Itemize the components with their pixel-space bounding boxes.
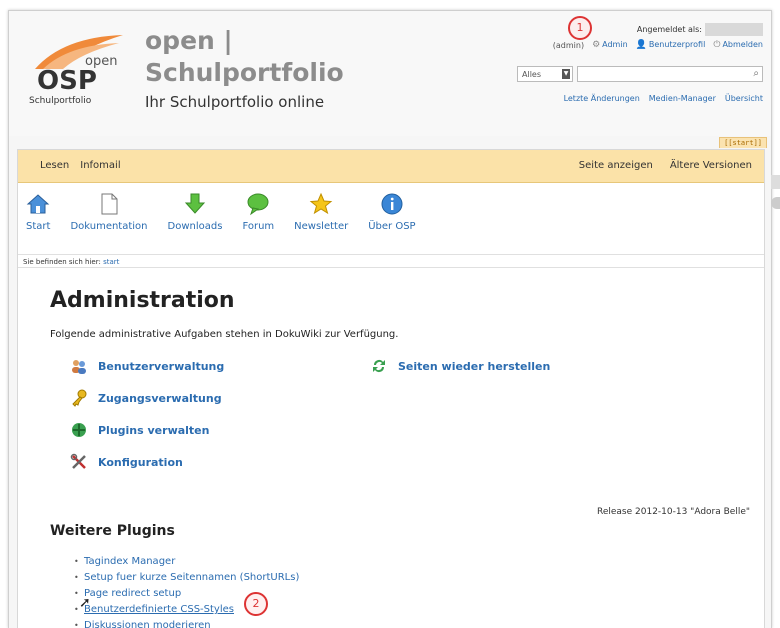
admin-revert-pages[interactable]: Seiten wieder herstellen: [370, 357, 550, 375]
tool-links: Letzte Änderungen Medien-Manager Übersic…: [564, 94, 763, 103]
logout-link-label: Abmelden: [722, 40, 763, 49]
menu-start-label: Start: [26, 221, 51, 232]
more-plugins-title: Weitere Plugins: [50, 523, 175, 539]
info-icon: [381, 193, 403, 215]
svg-text:Schulportfolio: Schulportfolio: [29, 96, 92, 106]
recent-changes-link[interactable]: Letzte Änderungen: [564, 94, 640, 103]
nav-left: Lesen Infomail: [40, 160, 121, 171]
plugin-tagindex[interactable]: Tagindex Manager: [74, 554, 299, 570]
browser-frame: open OSP Schulportfolio open | Schulport…: [8, 10, 772, 628]
osp-logo[interactable]: open OSP Schulportfolio: [23, 29, 133, 109]
menu-documentation-label: Dokumentation: [70, 221, 148, 232]
menu-newsletter[interactable]: Newsletter: [294, 184, 348, 254]
search-row: Alles ▼ ⌕: [517, 66, 763, 82]
power-icon: ⏻: [713, 40, 721, 50]
admin-link[interactable]: ⚙ Admin: [592, 40, 628, 50]
admin-plugin-manager[interactable]: Plugins verwalten: [70, 421, 209, 439]
user-icon: 👤: [635, 40, 647, 50]
menu-about[interactable]: Über OSP: [368, 184, 416, 254]
profile-link[interactable]: 👤 Benutzerprofil: [636, 40, 706, 50]
site-header: open OSP Schulportfolio open | Schulport…: [9, 11, 771, 136]
user-role: (admin): [552, 40, 585, 50]
admin-configuration[interactable]: Konfiguration: [70, 453, 183, 471]
release-info: Release 2012-10-13 "Adora Belle": [596, 507, 750, 517]
breadcrumb: Sie befinden sich hier: start: [18, 254, 764, 268]
menu-about-label: Über OSP: [368, 221, 416, 232]
search-scope-value: Alles: [522, 69, 542, 79]
recycle-icon: [373, 360, 385, 372]
nav-old-revisions[interactable]: Ältere Versionen: [670, 160, 752, 171]
page-navbar: Lesen Infomail Seite anzeigen Ältere Ver…: [18, 150, 764, 183]
home-icon: [26, 194, 50, 214]
gear-icon: ⚙: [592, 40, 601, 50]
svg-text:OSP: OSP: [37, 66, 97, 96]
breadcrumb-link-start[interactable]: start: [103, 258, 119, 266]
tools-icon: [70, 453, 86, 469]
site-title-line2: Schulportfolio: [145, 58, 344, 87]
speech-bubble-icon: [247, 193, 269, 216]
site-tagline: Ihr Schulportfolio online: [145, 93, 325, 111]
icon-menu: Start Dokumentation Downloads Forum News…: [18, 184, 771, 254]
search-icon[interactable]: ⌕: [753, 68, 759, 79]
menu-forum-label: Forum: [242, 221, 275, 232]
nav-infomail[interactable]: Infomail: [80, 160, 120, 171]
menu-forum[interactable]: Forum: [242, 184, 274, 254]
more-plugins-list: Tagindex Manager Setup fuer kurze Seiten…: [74, 554, 299, 628]
download-arrow-icon: [184, 193, 206, 214]
profile-link-label: Benutzerprofil: [648, 40, 706, 49]
users-icon: [72, 360, 86, 374]
star-icon: [309, 192, 333, 215]
admin-link-label: Admin: [602, 40, 628, 49]
menu-start[interactable]: Start: [26, 184, 50, 254]
puzzle-icon: [72, 423, 86, 437]
annotation-marker-2: 2: [244, 592, 268, 616]
nav-show-page[interactable]: Seite anzeigen: [579, 160, 653, 171]
logged-in-text: Angemeldet als:: [636, 25, 702, 34]
menu-downloads[interactable]: Downloads: [167, 184, 223, 254]
menu-downloads-label: Downloads: [167, 221, 223, 232]
page-id-tab: [[start]]: [719, 137, 767, 148]
user-links: (admin) ⚙ Admin 👤 Benutzerprofil ⏻ Abmelden: [553, 40, 763, 50]
search-input[interactable]: ⌕: [577, 66, 763, 82]
sitemap-link[interactable]: Übersicht: [725, 94, 763, 103]
site-title[interactable]: open | Schulportfolio: [145, 25, 344, 89]
admin-revert-pages-label: Seiten wieder herstellen: [398, 359, 551, 373]
admin-intro: Folgende administrative Aufgaben stehen …: [50, 329, 399, 340]
redacted-username: [705, 23, 763, 36]
logout-link[interactable]: ⏻ Abmelden: [713, 40, 763, 50]
right-edge-clip: [771, 175, 780, 209]
breadcrumb-label: Sie befinden sich hier:: [23, 258, 101, 266]
nav-read[interactable]: Lesen: [40, 160, 69, 171]
page-title: Administration: [50, 288, 235, 313]
mouse-cursor-icon: ➚: [79, 595, 91, 611]
document-icon: [101, 193, 118, 215]
admin-user-manager-label: Benutzerverwaltung: [98, 359, 225, 373]
admin-acl-manager-label: Zugangsverwaltung: [98, 391, 222, 405]
site-title-line1: open |: [145, 26, 233, 55]
admin-plugin-manager-label: Plugins verwalten: [98, 423, 210, 437]
menu-newsletter-label: Newsletter: [294, 221, 349, 232]
nav-right: Seite anzeigen Ältere Versionen: [579, 160, 752, 171]
menu-documentation[interactable]: Dokumentation: [70, 184, 148, 254]
key-icon: [72, 389, 87, 407]
search-scope-select[interactable]: Alles ▼: [517, 66, 573, 82]
admin-acl-manager[interactable]: Zugangsverwaltung: [70, 389, 222, 407]
admin-configuration-label: Konfiguration: [98, 455, 183, 469]
chevron-down-icon: ▼: [562, 69, 570, 79]
annotation-marker-1: 1: [568, 16, 592, 40]
page-content: Lesen Infomail Seite anzeigen Ältere Ver…: [17, 149, 765, 628]
media-manager-link[interactable]: Medien-Manager: [649, 94, 716, 103]
logged-in-label: Angemeldet als:: [637, 23, 763, 36]
plugin-shorturls[interactable]: Setup fuer kurze Seitennamen (ShortURLs): [74, 570, 299, 586]
admin-user-manager[interactable]: Benutzerverwaltung: [70, 357, 224, 375]
